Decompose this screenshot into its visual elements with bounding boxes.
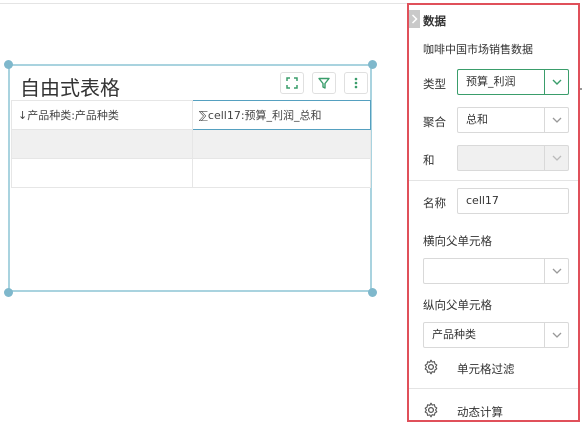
- aggregation-select-value: 总和: [466, 113, 488, 126]
- chevron-down-icon: [544, 70, 568, 94]
- name-label: 名称: [423, 196, 446, 210]
- chevron-down-icon: [544, 259, 568, 283]
- type-select-value: 预算_利润: [466, 75, 516, 88]
- divider: [409, 180, 578, 181]
- and-label: 和: [423, 153, 435, 167]
- vertical-parent-value: 产品种类: [432, 328, 476, 341]
- aggregation-select[interactable]: 总和: [457, 107, 569, 133]
- vertical-parent-label: 纵向父单元格: [423, 298, 492, 312]
- dataset-name: 咖啡中国市场销售数据: [423, 43, 533, 56]
- name-input[interactable]: cell17: [457, 188, 569, 214]
- fullscreen-icon[interactable]: [280, 72, 304, 94]
- table-cell[interactable]: [11, 129, 193, 159]
- data-settings-panel: 数据 咖啡中国市场销售数据 类型 预算_利润 聚合 总和 和 名称 cell17…: [407, 3, 580, 422]
- resize-handle-bottom-right[interactable]: [368, 288, 377, 297]
- chevron-down-icon: [544, 146, 568, 170]
- type-select[interactable]: 预算_利润: [457, 69, 569, 95]
- more-vertical-icon[interactable]: [344, 72, 368, 94]
- table-row: [11, 158, 371, 188]
- table-cell-selected[interactable]: ⅀cell17:预算_利润_总和: [192, 100, 371, 130]
- table-row: [11, 129, 371, 159]
- table-row: ↓产品种类:产品种类 ⅀cell17:预算_利润_总和: [11, 100, 371, 130]
- chevron-down-icon: [544, 108, 568, 132]
- horizontal-parent-select[interactable]: [423, 258, 569, 284]
- table-cell[interactable]: [192, 158, 371, 188]
- and-select: [457, 145, 569, 171]
- cell-filter-label: 单元格过滤: [457, 361, 515, 376]
- resize-handle-top-right[interactable]: [368, 60, 377, 69]
- vertical-parent-select[interactable]: 产品种类: [423, 322, 569, 348]
- horizontal-parent-label: 横向父单元格: [423, 234, 492, 248]
- free-table-widget[interactable]: 自由式表格 ↓产品种类:产品种类 ⅀cell17:预算_利润_总和: [8, 64, 372, 292]
- resize-handle-top-left[interactable]: [4, 60, 13, 69]
- dynamic-calc-label: 动态计算: [457, 404, 503, 419]
- table-cell[interactable]: ↓产品种类:产品种类: [11, 100, 193, 130]
- panel-section-title: 数据: [423, 14, 446, 28]
- free-table: ↓产品种类:产品种类 ⅀cell17:预算_利润_总和: [11, 100, 371, 188]
- chevron-down-icon: [544, 323, 568, 347]
- table-cell[interactable]: [192, 129, 371, 159]
- filter-icon[interactable]: [312, 72, 336, 94]
- widget-toolbar: [280, 72, 368, 94]
- widget-title: 自由式表格: [20, 76, 120, 100]
- table-cell[interactable]: [11, 158, 193, 188]
- canvas-top-border: [0, 0, 408, 4]
- outside-marker: [580, 88, 582, 90]
- collapse-panel-button[interactable]: [409, 10, 420, 28]
- divider: [409, 388, 578, 389]
- resize-handle-bottom-left[interactable]: [4, 288, 13, 297]
- cell-filter-button[interactable]: 单元格过滤: [423, 359, 515, 378]
- gear-icon: [423, 402, 439, 420]
- type-label: 类型: [423, 77, 446, 91]
- dynamic-calc-button[interactable]: 动态计算: [423, 402, 503, 420]
- gear-icon: [423, 359, 439, 378]
- aggregation-label: 聚合: [423, 115, 446, 129]
